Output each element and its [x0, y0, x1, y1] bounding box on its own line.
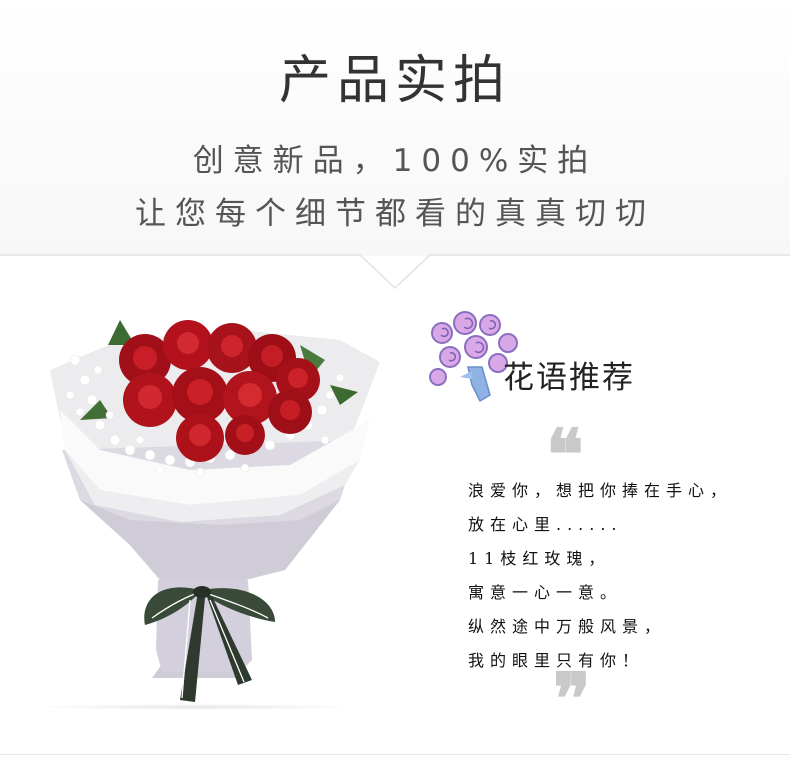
bottom-divider [0, 754, 790, 755]
poem-text: 浪爱你，想把你捧在手心， 放在心里...... 11枝红玫瑰， 寓意一心一意。 … [468, 474, 778, 678]
page-title: 产品实拍 [278, 51, 511, 111]
subtitle-line-2: 让您每个细节都看的真真切切 [135, 196, 655, 232]
poem-line: 放在心里...... [468, 515, 623, 534]
header-section: 产品实拍 创意新品，100%实拍 让您每个细节都看的真真切切 [0, 0, 790, 256]
quote-close-icon: ❞ [553, 657, 591, 740]
subtitle-line-1: 创意新品，100%实拍 [192, 143, 598, 179]
poem-line: 寓意一心一意。 [468, 583, 623, 602]
poem-line: 我的眼里只有你！ [468, 651, 645, 670]
poem-line: 浪爱你，想把你捧在手心， [468, 481, 733, 500]
rose-bouquet-image [50, 320, 380, 702]
poem-line: 11枝红玫瑰， [468, 549, 611, 568]
recommend-title: 花语推荐 [503, 360, 635, 396]
section-divider [0, 254, 790, 290]
poem-line: 纵然途中万般风景， [468, 617, 667, 636]
